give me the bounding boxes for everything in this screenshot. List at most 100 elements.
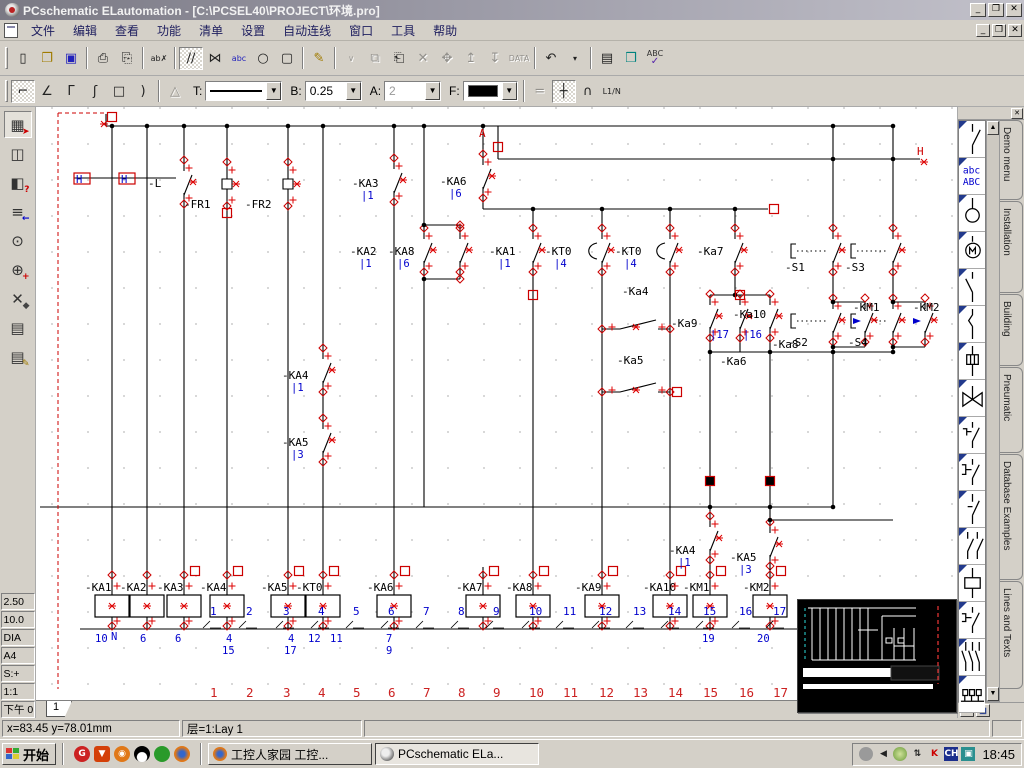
ortho-lines-icon[interactable]: ⌐ (11, 80, 35, 103)
thumbnail-window[interactable]: 缩略图 (797, 599, 957, 713)
palette-symbol-three-phase-contact[interactable] (959, 639, 985, 676)
line-width-value[interactable]: 0.25 (306, 84, 346, 98)
print-setup-icon[interactable]: ⎘ (115, 47, 139, 70)
grid-pointer-icon[interactable]: ▦➤ (4, 111, 32, 138)
agent-tray-icon[interactable] (859, 747, 873, 761)
menu-item-2[interactable]: 查看 (106, 20, 148, 41)
menu-item-4[interactable]: 清单 (190, 20, 232, 41)
palette-symbol-coil[interactable] (959, 565, 985, 602)
fill-dropdown[interactable]: ▼ (502, 82, 517, 100)
palette-tab-building[interactable]: Building (1000, 294, 1023, 366)
palette-symbol-connector[interactable] (959, 343, 985, 380)
new-document-icon[interactable]: ▯ (11, 47, 35, 70)
palette-symbol-lamp[interactable] (959, 195, 985, 232)
menu-item-7[interactable]: 窗口 (340, 20, 382, 41)
spell-check-icon[interactable]: ABC✓ (643, 47, 667, 70)
menu-item-1[interactable]: 编辑 (64, 20, 106, 41)
palette-symbol-contact-no[interactable] (959, 121, 985, 158)
undo-icon[interactable]: ↶ (539, 47, 563, 70)
child-minimize-button[interactable]: _ (976, 24, 990, 37)
palette-symbol-valve[interactable] (959, 380, 985, 417)
page-tab-1[interactable]: 1 (46, 701, 72, 717)
green-bird-icon[interactable] (154, 746, 170, 762)
palette-close-icon[interactable]: ✕ (1011, 108, 1023, 119)
arc-icon[interactable]: ) (131, 80, 155, 103)
scroll-down-icon[interactable]: ▼ (987, 687, 999, 701)
menu-item-0[interactable]: 文件 (22, 20, 64, 41)
scroll-up-icon[interactable]: ▲ (987, 121, 999, 135)
palette-symbol-contact-pair[interactable] (959, 528, 985, 565)
paste-icon[interactable]: ⎗ (387, 47, 411, 70)
lines-mode-icon[interactable]: ∕∕ (179, 47, 203, 70)
start-button[interactable]: 开始 (2, 743, 56, 765)
corner-icon[interactable]: Γ (59, 80, 83, 103)
palette-tab-database-examples[interactable]: Database Examples (1000, 454, 1023, 580)
snagit-icon[interactable]: ▣ (961, 747, 975, 761)
palette-symbol-contact-dashed[interactable] (959, 602, 985, 639)
phase-label-icon[interactable]: L1/N (600, 80, 624, 103)
menu-list-icon[interactable]: ≡← (4, 198, 32, 225)
palette-symbol-contact-bracket[interactable] (959, 454, 985, 491)
hop-icon[interactable]: ∩ (576, 80, 600, 103)
line-width-dropdown[interactable]: ▼ (346, 82, 361, 100)
area-mode-icon[interactable]: ▢ (275, 47, 299, 70)
palette-scrollbar[interactable]: ▲ ▼ (986, 120, 1000, 702)
palette-symbol-switch[interactable] (959, 269, 985, 306)
palette-tab-lines-and-texts[interactable]: Lines and Texts (1000, 581, 1023, 689)
palette-symbol-contact-no2[interactable] (959, 491, 985, 528)
symbols-mode-icon[interactable]: ⋈ (203, 47, 227, 70)
updater-icon[interactable] (893, 747, 907, 761)
document-icon[interactable] (4, 23, 18, 38)
text-mode-icon[interactable]: abc (227, 47, 251, 70)
palette-symbol-contactor[interactable] (959, 676, 985, 713)
document-list-icon[interactable]: ▤ (4, 314, 32, 341)
object-lister-icon[interactable]: ▤ (595, 47, 619, 70)
kaspersky-icon[interactable]: K (927, 747, 941, 761)
network-icon[interactable]: ⇅ (910, 747, 924, 761)
curves-icon[interactable]: ʃ (83, 80, 107, 103)
close-button[interactable]: ✕ (1006, 3, 1022, 17)
reference-book-icon[interactable]: ◧? (4, 169, 32, 196)
flashget-icon[interactable]: G (74, 746, 90, 762)
schematic-canvas[interactable]: -KA1-KA2-KA3-KA4-KA5-KT0-KA6-KA7-KA8-KA9… (36, 107, 957, 700)
line-type-dropdown[interactable]: ▼ (266, 82, 281, 100)
maxthon-icon[interactable]: ◉ (114, 746, 130, 762)
palette-symbol-break-contact[interactable] (959, 306, 985, 343)
angled-lines-icon[interactable]: ∠ (35, 80, 59, 103)
zoom-in-icon[interactable]: ⊕+ (4, 256, 32, 283)
circles-mode-icon[interactable]: ○ (251, 47, 275, 70)
print-icon[interactable]: ⎙ (91, 47, 115, 70)
zoom-page-icon[interactable]: ⊙ (4, 227, 32, 254)
firefox-icon[interactable] (174, 746, 190, 762)
replace-icon[interactable]: ab✗ (147, 47, 171, 70)
task-button-1[interactable]: PCschematic ELa... (375, 743, 539, 765)
open-folder-icon[interactable]: ❐ (35, 47, 59, 70)
edit-pen-icon[interactable]: ✎ (307, 47, 331, 70)
palette-symbol-text-abc[interactable]: abcABC (959, 158, 985, 195)
database-icon[interactable]: ❒ (619, 47, 643, 70)
qq-icon[interactable] (134, 746, 150, 762)
menu-item-8[interactable]: 工具 (382, 20, 424, 41)
minimize-button[interactable]: _ (970, 3, 986, 17)
palette-tab-pneumatic[interactable]: Pneumatic (1000, 367, 1023, 453)
menu-item-9[interactable]: 帮助 (424, 20, 466, 41)
rectangle-icon[interactable]: □ (107, 80, 131, 103)
toolbar-grip[interactable] (5, 47, 8, 69)
menu-item-3[interactable]: 功能 (148, 20, 190, 41)
toolbar-grip[interactable] (5, 80, 8, 102)
fit-view-icon[interactable]: ✕◆ (4, 285, 32, 312)
input-method-icon[interactable]: CH (944, 747, 958, 761)
menu-item-5[interactable]: 设置 (232, 20, 274, 41)
edit-document-icon[interactable]: ▤✎ (4, 343, 32, 370)
palette-symbol-contact-delay[interactable] (959, 417, 985, 454)
junction-icon[interactable]: ┼ (552, 80, 576, 103)
page-browse-icon[interactable]: ◫ (4, 140, 32, 167)
task-button-0[interactable]: 工控人家园 工控... (208, 743, 372, 765)
child-restore-button[interactable]: ❐ (992, 24, 1006, 37)
menu-item-6[interactable]: 自动连线 (274, 20, 340, 41)
volume-icon[interactable]: ◀ (876, 747, 890, 761)
child-close-button[interactable]: ✕ (1008, 24, 1022, 37)
palette-tab-demo-menu[interactable]: Demo menu (1000, 120, 1023, 200)
flash-download-icon[interactable]: ▼ (94, 746, 110, 762)
save-icon[interactable]: ▣ (59, 47, 83, 70)
